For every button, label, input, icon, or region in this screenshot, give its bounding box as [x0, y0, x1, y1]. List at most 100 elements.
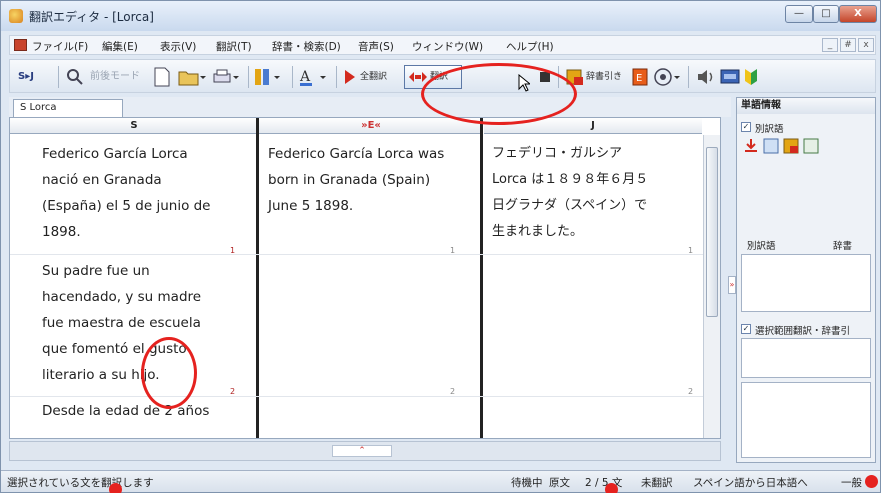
tab-lorca[interactable]: S Lorca: [13, 99, 123, 117]
source-line: Federico García Lorca: [42, 146, 188, 162]
menu-help[interactable]: ヘルプ(H): [506, 39, 554, 54]
grid-vertical-scrollbar[interactable]: [703, 135, 720, 438]
english-column-header: »E«: [259, 118, 483, 134]
status-direction: スペイン語から日本語へ: [693, 477, 808, 489]
english-sentence-1[interactable]: Federico García Lorca was born in Granad…: [268, 141, 444, 219]
selection-translate-input[interactable]: [741, 338, 871, 378]
column-divider[interactable]: [480, 118, 483, 438]
toolbar-separator: [248, 66, 249, 88]
status-state: 待機中: [511, 477, 543, 489]
beginner-mark-icon[interactable]: [744, 66, 762, 88]
source-line: hacendado, y su madre: [42, 289, 202, 305]
menu-dictionary[interactable]: 辞書・検索(D): [272, 39, 341, 54]
insert-word-icon[interactable]: [743, 138, 759, 157]
cursor-highlight-ring: [141, 337, 197, 409]
new-document-icon[interactable]: [154, 66, 172, 88]
english-line: Federico García Lorca was: [268, 146, 445, 162]
translation-grid: S »E« J Federico García Lorca nació en G…: [9, 117, 721, 439]
menu-view[interactable]: 表示(V): [160, 39, 196, 54]
font-color-icon[interactable]: A: [298, 66, 332, 88]
scrollbar-thumb[interactable]: [706, 147, 718, 317]
dictionary-column-label: 辞書: [833, 241, 853, 252]
translate-all-button[interactable]: 全翻訳: [360, 66, 387, 88]
alt-words-checkbox-label: 別訳語: [755, 124, 784, 135]
keyboard-icon[interactable]: [720, 66, 740, 88]
document-tab-bar: S Lorca: [9, 97, 731, 117]
search-mode-button[interactable]: 前後モード: [90, 66, 140, 88]
status-bar: 選択されている文を翻訳します 待機中 原文 2 / 5 文 未翻訳 スペイン語か…: [1, 470, 880, 492]
mdi-close-button[interactable]: x: [858, 38, 874, 52]
source-sentence-1[interactable]: Federico García Lorca nació en Granada (…: [42, 141, 211, 245]
column-divider[interactable]: [256, 118, 259, 438]
english-line: June 5 1898.: [268, 198, 354, 214]
layout-columns-icon[interactable]: [254, 66, 286, 88]
status-untranslated: 未翻訳: [641, 477, 673, 489]
sentence-number-2: 2: [450, 387, 456, 396]
source-column-header: S: [10, 118, 258, 134]
japanese-line: Lorca は１８９８年６月５: [492, 172, 649, 187]
english-line: born in Granada (Spain): [268, 172, 431, 188]
dictionary-lookup-button[interactable]: 辞書引き: [586, 66, 622, 88]
word-info-panel: 単語情報 ✓ 別訳語 別訳語 辞書 ✓ 選択範囲翻訳・辞書引: [736, 97, 876, 463]
sentence-number-2: 2: [230, 387, 236, 396]
row-separator: [10, 254, 703, 255]
source-line: nació en Granada: [42, 172, 162, 188]
menu-edit[interactable]: 編集(E): [102, 39, 138, 54]
japanese-line: 生まれました。: [492, 224, 584, 239]
maximize-button[interactable]: □: [813, 5, 839, 23]
japanese-line: フェデリコ・ガルシア: [492, 146, 623, 161]
dictionary-book-icon[interactable]: E: [632, 66, 650, 88]
pane-splitter[interactable]: ⌃: [9, 441, 721, 461]
speaker-icon[interactable]: [696, 66, 716, 88]
annotation-dot: [865, 475, 878, 488]
source-line: fue maestra de escuela: [42, 315, 201, 331]
status-hint: 選択されている文を翻訳します: [7, 477, 154, 489]
app-window: 翻訳エディタ - [Lorca] — □ X ファイル(F) 編集(E) 表示(…: [0, 0, 881, 493]
alt-words-column-label: 別訳語: [747, 241, 776, 252]
print-icon[interactable]: [212, 66, 242, 88]
window-title: 翻訳エディタ - [Lorca]: [29, 10, 154, 24]
source-line: 1898.: [42, 224, 81, 240]
toolbar-separator: [292, 66, 293, 88]
word-register-icon[interactable]: [803, 138, 819, 157]
menu-bar: ファイル(F) 編集(E) 表示(V) 翻訳(T) 辞書・検索(D) 音声(S)…: [9, 35, 876, 55]
minimize-button[interactable]: —: [785, 5, 813, 23]
status-mode: 原文: [549, 477, 570, 489]
word-lookup-icon[interactable]: [783, 138, 799, 157]
mdi-minimize-button[interactable]: _: [822, 38, 838, 52]
side-panel-toggle-button[interactable]: »: [728, 276, 736, 294]
alt-words-checkbox[interactable]: ✓: [741, 122, 751, 132]
menu-file[interactable]: ファイル(F): [32, 39, 88, 54]
svg-text:E: E: [636, 73, 642, 84]
app-icon: [9, 9, 23, 23]
close-button[interactable]: X: [839, 5, 877, 23]
language-toggle-button[interactable]: S▸J: [18, 66, 34, 88]
status-field: 一般: [841, 477, 862, 489]
annotation-dot: [605, 483, 618, 493]
svg-text:A: A: [299, 69, 311, 85]
toolbar-separator: [336, 66, 337, 88]
document-icon: [14, 39, 27, 51]
globe-settings-icon[interactable]: [654, 66, 682, 88]
selection-translate-output[interactable]: [741, 382, 871, 458]
menu-window[interactable]: ウィンドウ(W): [412, 39, 483, 54]
menu-translate[interactable]: 翻訳(T): [216, 39, 252, 54]
play-icon[interactable]: [344, 66, 358, 88]
search-icon[interactable]: [66, 66, 86, 88]
open-folder-icon[interactable]: [178, 66, 208, 88]
selection-translate-checkbox[interactable]: ✓: [741, 324, 751, 334]
source-line: Su padre fue un: [42, 263, 150, 279]
japanese-line: 日グラナダ（スペイン）で: [492, 198, 648, 213]
mdi-restore-button[interactable]: #: [840, 38, 856, 52]
word-dictionary-icon[interactable]: [763, 138, 779, 157]
japanese-sentence-1[interactable]: フェデリコ・ガルシア Lorca は１８９８年６月５ 日グラナダ（スペイン）で …: [492, 141, 648, 245]
sentence-number-2: 2: [688, 387, 694, 396]
alt-words-list[interactable]: [741, 254, 871, 312]
word-info-header: 単語情報: [737, 98, 875, 114]
row-separator: [10, 396, 703, 397]
source-line: (España) el 5 de junio de: [42, 198, 211, 214]
annotation-dot: [109, 483, 122, 493]
toolbar-separator: [58, 66, 59, 88]
splitter-grip-icon[interactable]: ⌃: [332, 445, 392, 457]
menu-voice[interactable]: 音声(S): [358, 39, 394, 54]
